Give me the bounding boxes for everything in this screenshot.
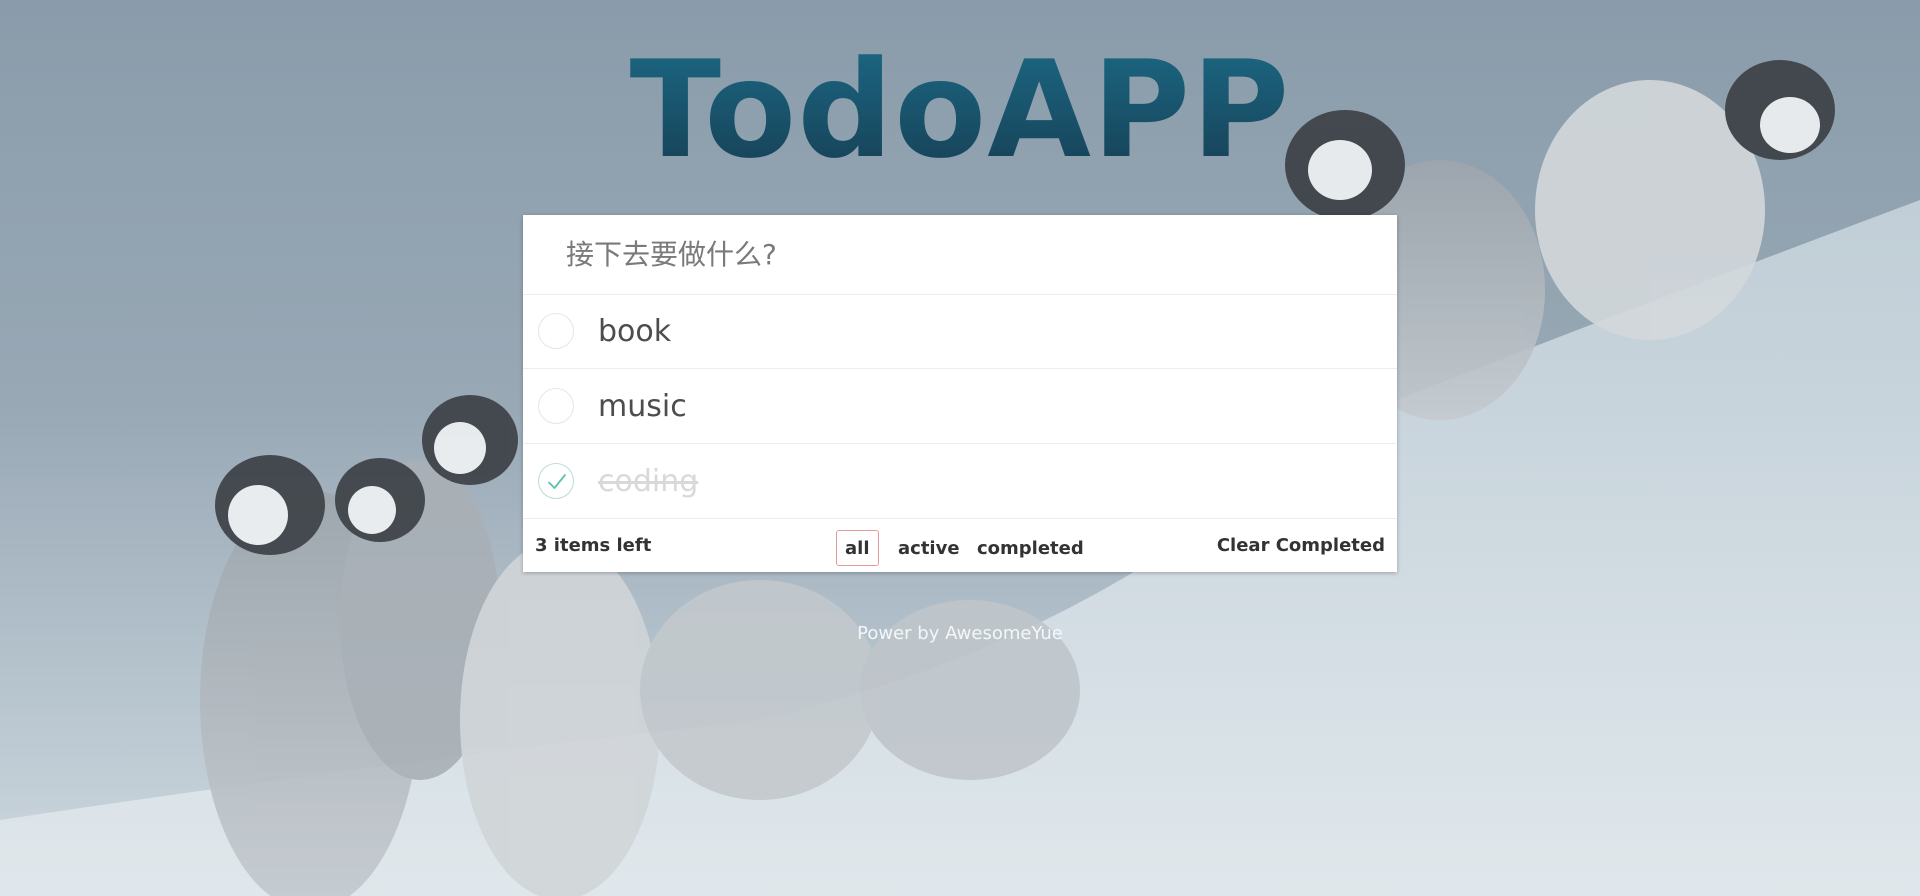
items-left-count: 3 items left: [535, 535, 652, 556]
credit-text: Power by AwesomeYue: [857, 623, 1063, 644]
todo-panel: book music coding 3 items left all activ…: [523, 215, 1397, 572]
check-icon: [548, 474, 566, 489]
todo-toggle[interactable]: [538, 313, 574, 349]
todo-footer: 3 items left all active completed Clear …: [523, 520, 1397, 572]
filter-all[interactable]: all: [836, 530, 879, 566]
clear-completed-button[interactable]: Clear Completed: [1217, 520, 1385, 572]
todo-toggle[interactable]: [538, 463, 574, 499]
new-todo-input[interactable]: [523, 215, 1397, 295]
todo-item: coding: [523, 445, 1397, 519]
app-title: TodoAPP: [0, 30, 1920, 190]
filter-completed[interactable]: completed: [968, 530, 1093, 566]
app-title-text: TodoAPP: [629, 32, 1291, 188]
todo-toggle[interactable]: [538, 388, 574, 424]
todo-label-completed[interactable]: coding: [598, 445, 698, 519]
todo-item: book: [523, 295, 1397, 369]
todo-item: music: [523, 370, 1397, 444]
todo-label[interactable]: music: [598, 370, 687, 444]
filter-active[interactable]: active: [889, 530, 969, 566]
todo-label[interactable]: book: [598, 295, 671, 369]
